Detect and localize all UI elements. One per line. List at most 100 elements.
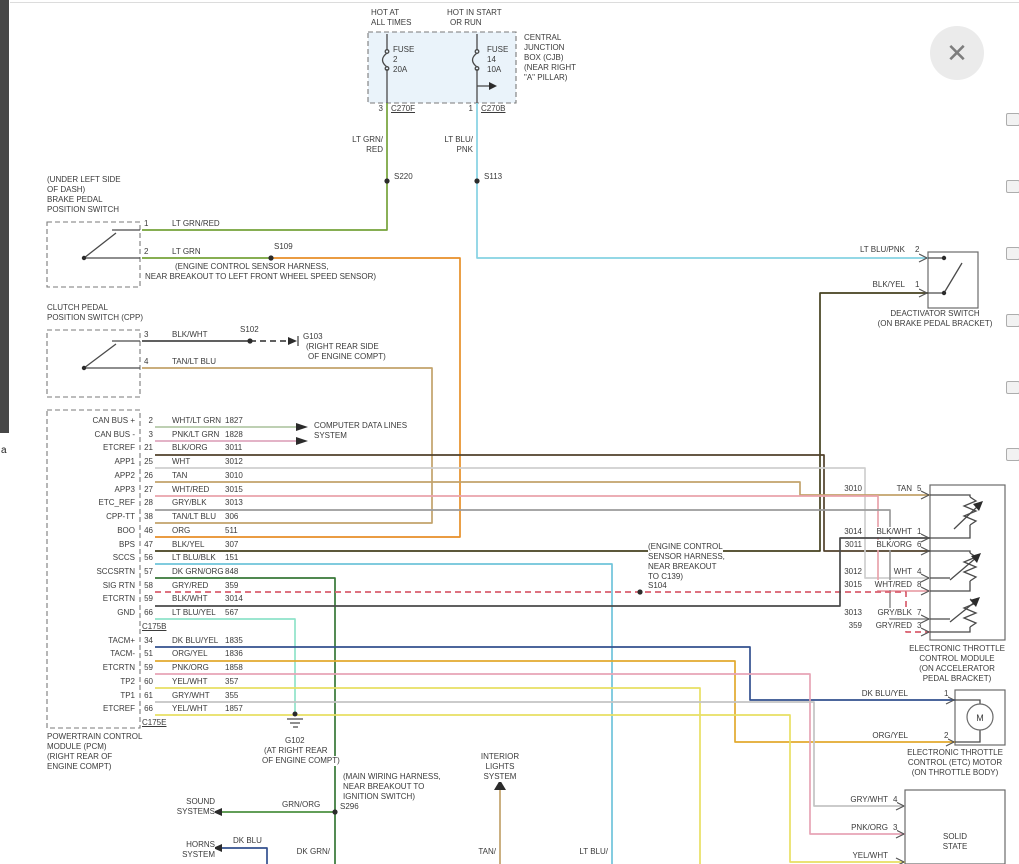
pcm-pin-number: 27 — [144, 485, 153, 495]
wiring-diagram-viewer: a — [0, 0, 1019, 864]
wire-label-lt-blu-cut: LT BLU/ — [579, 847, 608, 857]
etc-wire-color: TAN — [897, 484, 912, 494]
wire-lt-blu-pnk — [477, 103, 928, 258]
pcm-caption: (RIGHT REAR OF — [47, 752, 112, 762]
pcm-pin-number: 59 — [144, 663, 153, 673]
fuse-14-rating: 10A — [487, 65, 501, 75]
etc-pin-number: 5 — [917, 484, 921, 494]
pcm-circuit-number: 1828 — [225, 430, 243, 440]
deactivator-pin-2: 2 — [915, 245, 919, 255]
pcm-pin-number: 26 — [144, 471, 153, 481]
clutch-pin-3: 3 — [144, 330, 148, 340]
scroll-marker[interactable] — [1006, 448, 1019, 461]
etc-circuit-number: 3015 — [844, 580, 862, 590]
etc-pin-number: 3 — [917, 621, 921, 631]
etc-wire-color: WHT/RED — [875, 580, 912, 590]
pcm-signal-label: BOO — [117, 526, 135, 536]
wire-label-pnk-org: PNK/ORG — [851, 823, 888, 833]
pcm-circuit-number: 3011 — [225, 443, 242, 453]
pcm-signal-label: APP2 — [115, 471, 135, 481]
etc-wire-color: WHT — [894, 567, 912, 577]
pcm-circuit-number: 3012 — [225, 457, 243, 467]
etc-pin-number: 8 — [917, 580, 921, 590]
pcm-wire-color[interactable]: C175E — [142, 718, 166, 728]
hot-in-start-label: HOT IN START — [447, 8, 502, 18]
clutch-switch-caption: CLUTCH PEDAL — [47, 303, 108, 313]
splice-s104-label: S104 — [648, 581, 667, 591]
connector-c270b-link[interactable]: C270B — [481, 104, 505, 114]
s109-harness-note: (ENGINE CONTROL SENSOR HARNESS, — [175, 262, 329, 272]
hot-in-start-label: OR RUN — [450, 18, 482, 28]
g102-location-note: (AT RIGHT REAR — [264, 746, 328, 756]
wire-label-lt-blu-pnk: LT BLU/PNK — [860, 245, 905, 255]
pcm-caption: MODULE (PCM) — [47, 742, 107, 752]
pcm-signal-label: SCCS — [113, 553, 135, 563]
etc-circuit-number: 359 — [849, 621, 862, 631]
pcm-pin-number: 46 — [144, 526, 153, 536]
cjb-caption: "A" PILLAR) — [524, 73, 567, 83]
g102-location-note: OF ENGINE COMPT) — [262, 756, 340, 766]
splice-s220 — [384, 178, 389, 183]
pcm-pin-row: APP3 27 WHT/RED 3015 — [0, 485, 1019, 496]
scroll-marker[interactable] — [1006, 314, 1019, 327]
wire-label-dk-blu: DK BLU — [233, 836, 262, 846]
solid-state-label: SOLID — [905, 832, 1005, 842]
pcm-wire-color: WHT/RED — [172, 485, 209, 495]
wire-label-lt-blu-pnk: PNK — [457, 145, 473, 155]
pcm-circuit-number: 3015 — [225, 485, 243, 495]
connector-c270f-link[interactable]: C270F — [391, 104, 415, 114]
pcm-signal-label: ETCRTN — [103, 663, 135, 673]
brake-switch-caption: (UNDER LEFT SIDE — [47, 175, 121, 185]
pcm-pin-number: 21 — [144, 443, 153, 453]
scroll-marker[interactable] — [1006, 381, 1019, 394]
close-button[interactable]: ✕ — [930, 26, 984, 80]
pcm-signal-label: ETC_REF — [99, 498, 135, 508]
sound-systems-label: SOUND — [186, 797, 215, 807]
interior-lights-label: LIGHTS — [470, 762, 530, 772]
pcm-pin-row: GND 66 LT BLU/YEL 567 — [0, 608, 1019, 619]
scroll-marker[interactable] — [1006, 180, 1019, 193]
fuse-14-label: FUSE — [487, 45, 508, 55]
pcm-pin-row: ETCRTN 59 PNK/ORG 1858 — [0, 663, 1019, 674]
brake-switch-contact — [82, 256, 86, 260]
horns-system-label: SYSTEM — [182, 850, 215, 860]
wire-label-lt-grn-red: LT GRN/ — [352, 135, 383, 145]
etc-pin-number: 6 — [917, 540, 921, 550]
scroll-marker[interactable] — [1006, 247, 1019, 260]
pcm-circuit-number: 1836 — [225, 649, 243, 659]
pcm-signal-label: BPS — [119, 540, 135, 550]
wire-lt-grn-red — [142, 103, 387, 230]
pcm-pin-number: 66 — [144, 608, 153, 618]
switch-symbols — [82, 230, 962, 370]
wire-label-lt-grn: LT GRN — [172, 247, 201, 257]
cjb-caption: JUNCTION — [524, 43, 564, 53]
etc-motor-caption: ELECTRONIC THROTTLE — [885, 748, 1019, 758]
pcm-wire-color: BLK/WHT — [172, 594, 208, 604]
pcm-signal-label: TACM- — [110, 649, 135, 659]
wire-label-gry-wht: GRY/WHT — [850, 795, 888, 805]
wire-label-lt-grn-red: LT GRN/RED — [172, 219, 220, 229]
pcm-pin-number: 56 — [144, 553, 153, 563]
splice-s113-label: S113 — [484, 172, 502, 182]
wire-label-org-yel: ORG/YEL — [872, 731, 908, 741]
pcm-circuit-number: 511 — [225, 526, 238, 536]
wire-label-lt-blu-pnk: LT BLU/ — [444, 135, 473, 145]
wire-dk-blu — [222, 848, 267, 864]
pcm-wire-color[interactable]: C175B — [142, 622, 166, 632]
c270b-pin-number: 1 — [469, 104, 473, 114]
etc-pin-number: 1 — [917, 527, 921, 537]
c270f-pin-number: 3 — [379, 104, 383, 114]
etc-circuit-number: 3011 — [845, 540, 862, 550]
hot-at-all-times-label: ALL TIMES — [371, 18, 411, 28]
etc-pin-number: 7 — [917, 608, 921, 618]
ground-g103-label: G103 — [303, 332, 323, 342]
pcm-circuit-number: 3014 — [225, 594, 243, 604]
scroll-marker[interactable] — [1006, 113, 1019, 126]
clutch-switch-contact — [82, 366, 86, 370]
pcm-circuit-number: 357 — [225, 677, 238, 687]
motor-pin-2: 2 — [944, 731, 948, 741]
pcm-pin-row: APP1 25 WHT 3012 — [0, 457, 1019, 468]
etc-wire-color: BLK/ORG — [876, 540, 912, 550]
pcm-circuit-number: 3013 — [225, 498, 243, 508]
pcm-wire-color: GRY/WHT — [172, 691, 210, 701]
